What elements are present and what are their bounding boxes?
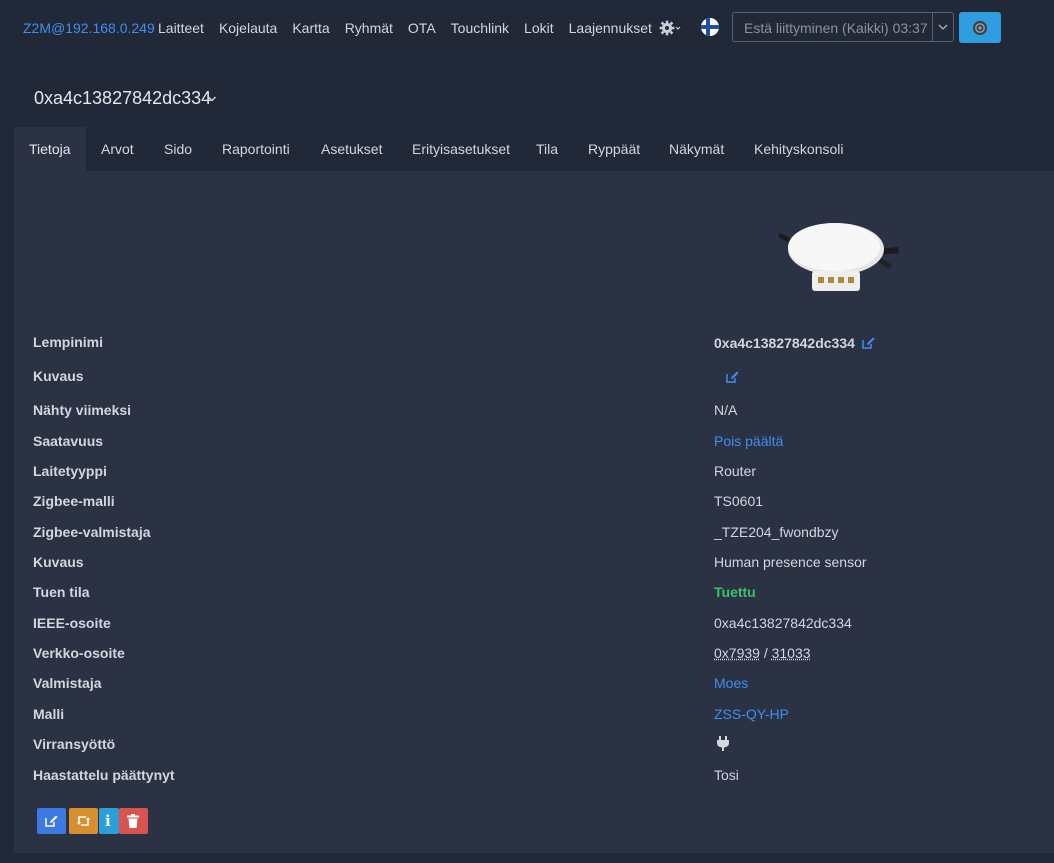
- tab-clusters[interactable]: Ryppäät: [573, 127, 655, 171]
- brand-link[interactable]: Z2M@192.168.0.249: [23, 20, 155, 36]
- tab-state[interactable]: Tila: [521, 127, 573, 171]
- info-label-zigbee-model: Zigbee-malli: [33, 493, 115, 509]
- permit-join-menu-button[interactable]: [932, 13, 953, 41]
- nav-link-map[interactable]: Kartta: [292, 20, 329, 36]
- tab-settings[interactable]: Asetukset: [306, 127, 397, 171]
- info-label-model-description: Kuvaus: [33, 554, 84, 570]
- edit-icon: [45, 815, 58, 827]
- info-value-model[interactable]: ZSS-QY-HP: [714, 706, 789, 722]
- info-value-availability[interactable]: Pois päältä: [714, 433, 783, 449]
- tab-reporting[interactable]: Raportointi: [207, 127, 305, 171]
- nav-link-devices[interactable]: Laitteet: [158, 20, 204, 36]
- info-label-interview-completed: Haastattelu päättynyt: [33, 767, 175, 783]
- info-label-model: Malli: [33, 706, 65, 722]
- info-value-device-type: Router: [714, 463, 757, 479]
- permit-join-label: Estä liittyminen (Kaikki) 03:37: [744, 20, 928, 36]
- device-title[interactable]: 0xa4c13827842dc334: [34, 88, 211, 109]
- info-label-zigbee-manufacturer: Zigbee-valmistaja: [33, 524, 151, 540]
- info-label-manufacturer: Valmistaja: [33, 675, 102, 691]
- edit-device-button[interactable]: [37, 808, 66, 834]
- info-label-last-seen: Nähty viimeksi: [33, 402, 132, 418]
- nav-link-logs[interactable]: Lokit: [524, 20, 554, 36]
- settings-dropdown[interactable]: [659, 18, 681, 38]
- tab-about[interactable]: Tietoja: [14, 127, 86, 171]
- navbar: Z2M@192.168.0.249 Laitteet Kojelauta Kar…: [0, 0, 1054, 56]
- tab-values[interactable]: Arvot: [86, 127, 149, 171]
- network-address-dec: 31033: [771, 645, 811, 661]
- device-image: [778, 223, 899, 291]
- retweet-icon: [77, 816, 90, 826]
- info-icon: i: [105, 812, 111, 830]
- info-value-support-status: Tuettu: [714, 584, 756, 600]
- tab-dev-console[interactable]: Kehityskonsoli: [739, 127, 859, 171]
- device-info-button[interactable]: i: [99, 808, 119, 834]
- network-address-separator: /: [759, 645, 772, 661]
- reconfigure-device-button[interactable]: [69, 808, 98, 834]
- plug-icon: [717, 736, 729, 751]
- nav-link-touchlink[interactable]: Touchlink: [451, 20, 509, 36]
- info-value-ieee-address: 0xa4c13827842dc334: [714, 615, 852, 631]
- edit-nickname-icon[interactable]: [861, 336, 875, 350]
- info-value-manufacturer[interactable]: Moes: [714, 675, 748, 691]
- info-label-description: Kuvaus: [33, 368, 84, 384]
- info-value-interview-completed: Tosi: [714, 767, 739, 783]
- info-value-model-description: Human presence sensor: [714, 554, 867, 570]
- info-value-zigbee-model: TS0601: [714, 493, 764, 509]
- info-label-availability: Saatavuus: [33, 433, 104, 449]
- info-value-last-seen: N/A: [714, 402, 738, 418]
- gear-icon: [659, 20, 681, 36]
- finland-flag-icon[interactable]: [701, 18, 719, 36]
- tab-bind[interactable]: Sido: [149, 127, 207, 171]
- info-label-nickname: Lempinimi: [33, 334, 104, 350]
- network-address-hex: 0x7939: [714, 645, 760, 661]
- shield-icon: [973, 21, 987, 35]
- delete-device-button[interactable]: [119, 808, 148, 834]
- tab-specific-settings[interactable]: Erityisasetukset: [397, 127, 525, 171]
- nav-link-extensions[interactable]: Laajennukset: [569, 20, 652, 36]
- info-label-support-status: Tuen tila: [33, 584, 90, 600]
- tab-scenes[interactable]: Näkymät: [654, 127, 739, 171]
- nav-link-groups[interactable]: Ryhmät: [345, 20, 393, 36]
- chevron-down-icon: [938, 24, 948, 30]
- info-label-power-source: Virransyöttö: [33, 736, 116, 752]
- permit-join-button[interactable]: Estä liittyminen (Kaikki) 03:37: [732, 12, 954, 42]
- info-label-ieee-address: IEEE-osoite: [33, 615, 111, 631]
- info-label-device-type: Laitetyyppi: [33, 463, 107, 479]
- permit-target-button[interactable]: [959, 12, 1001, 43]
- chevron-down-icon[interactable]: [207, 95, 217, 103]
- nav-links: Laitteet Kojelauta Kartta Ryhmät OTA Tou…: [158, 20, 667, 36]
- info-value-nickname: 0xa4c13827842dc334: [714, 335, 855, 351]
- device-tabs: Tietoja Arvot Sido Raportointi Asetukset…: [14, 127, 1054, 171]
- info-value-network-address: 0x7939 / 31033: [714, 645, 811, 661]
- nav-link-dashboard[interactable]: Kojelauta: [219, 20, 277, 36]
- nav-link-ota[interactable]: OTA: [408, 20, 436, 36]
- info-label-network-address: Verkko-osoite: [33, 645, 125, 661]
- edit-description-icon[interactable]: [725, 370, 739, 384]
- info-value-zigbee-manufacturer: _TZE204_fwondbzy: [714, 524, 839, 540]
- trash-icon: [127, 814, 139, 828]
